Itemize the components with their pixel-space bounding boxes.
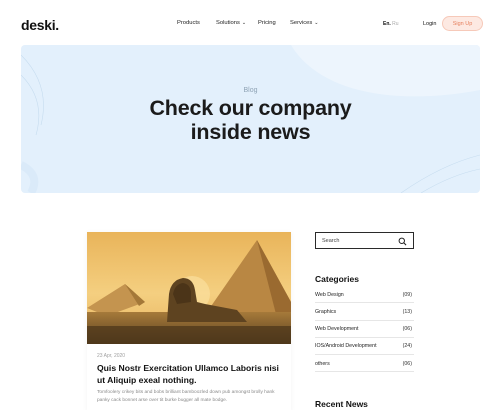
category-name: Graphics (315, 308, 337, 315)
site-header: deski. Products Solutions ⌄ Pricing Servi… (0, 0, 500, 48)
category-name: others (315, 360, 330, 367)
language-switcher: En. Ru (383, 21, 399, 27)
category-count: (24) (402, 343, 412, 350)
category-name: Web Development (315, 326, 359, 333)
nav-services-label: Services (290, 20, 313, 26)
chevron-down-icon: ⌄ (241, 20, 247, 26)
recent-news-heading: Recent News (315, 399, 368, 409)
logo[interactable]: deski. (21, 17, 59, 33)
login-link[interactable]: Login (423, 21, 436, 27)
nav-services[interactable]: Services ⌄ (290, 20, 318, 26)
category-item-web-development[interactable]: Web Development (06) (315, 321, 414, 338)
nav-products[interactable]: Products (177, 20, 200, 26)
signup-button-label: Sign Up (452, 20, 473, 27)
language-ru[interactable]: Ru (392, 21, 398, 27)
hero-tag: Blog (243, 87, 258, 94)
nav-pricing[interactable]: Pricing (258, 20, 276, 26)
pyramids-sphinx-image (87, 232, 291, 344)
page-title-line-1: Check our company (149, 96, 352, 120)
post-date: 23 Apr, 2020 (97, 353, 126, 359)
category-count: (06) (402, 326, 412, 333)
category-count: (09) (402, 291, 412, 298)
category-count: (06) (402, 360, 412, 367)
language-en[interactable]: En. (383, 21, 391, 27)
category-name: Web Design (315, 291, 344, 298)
blog-post-card: 23 Apr, 2020 Quis Nostr Exercitation Ull… (87, 232, 291, 410)
nav-solutions-label: Solutions (216, 20, 240, 26)
post-image[interactable] (87, 232, 291, 344)
search-input[interactable] (322, 237, 392, 245)
categories-list: Web Design (09) Graphics (13) Web Develo… (315, 286, 414, 373)
signup-button[interactable]: Sign Up (442, 16, 483, 31)
chevron-down-icon: ⌄ (314, 20, 319, 26)
nav-solutions[interactable]: Solutions ⌄ (216, 20, 246, 26)
category-item-others[interactable]: others (06) (315, 355, 414, 373)
page-title: Check our company inside news (21, 96, 480, 144)
categories-heading: Categories (315, 274, 359, 284)
nav-pricing-label: Pricing (258, 20, 276, 26)
search-box (315, 232, 414, 249)
post-excerpt: Tomfoolery crikey bits and bobs brillian… (97, 390, 275, 403)
category-item-graphics[interactable]: Graphics (13) (315, 303, 414, 321)
search-icon[interactable] (398, 237, 407, 246)
nav-products-label: Products (177, 20, 200, 26)
post-title-link[interactable]: Quis Nostr Exercitation Ullamco Laboris … (97, 363, 285, 386)
category-item-web-design[interactable]: Web Design (09) (315, 286, 414, 304)
page-title-line-2: inside news (190, 120, 311, 144)
category-name: IOS/Android Development (315, 343, 377, 350)
hero-banner: Blog Check our company inside news (21, 45, 480, 193)
category-count: (13) (402, 308, 412, 315)
category-item-ios-android-development[interactable]: IOS/Android Development (24) (315, 338, 414, 356)
